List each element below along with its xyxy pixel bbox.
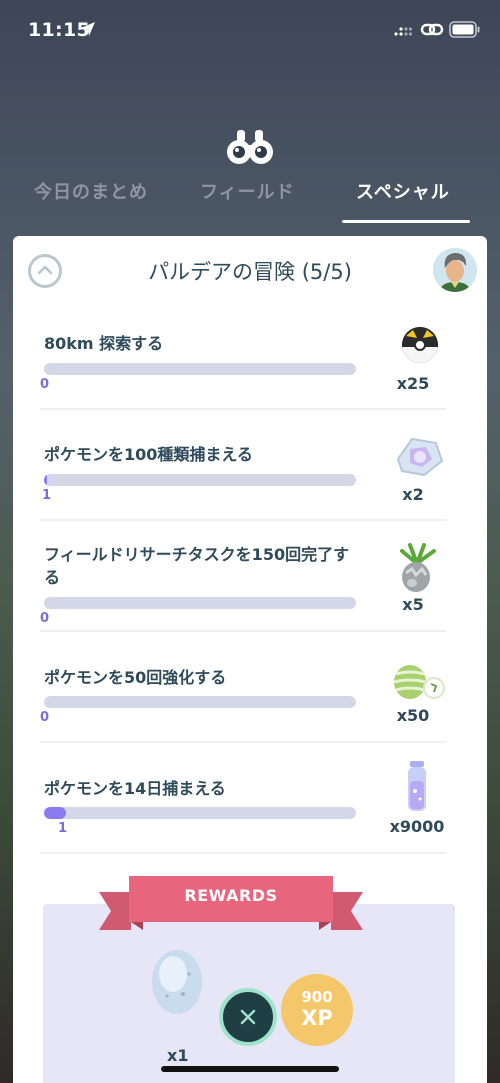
- research-tabs: 今日のまとめ フィールド スペシャル: [0, 178, 500, 228]
- task-divider: [40, 408, 446, 410]
- binoculars-icon: [227, 130, 273, 164]
- task-progress-bar: [44, 597, 356, 609]
- reward-quantity: x9000: [389, 817, 445, 836]
- task-progress-bar: [44, 474, 356, 486]
- professor-avatar: [433, 248, 477, 292]
- link-icon: [420, 23, 444, 36]
- reward-quantity: x2: [402, 485, 424, 504]
- task-progress-count: 1: [58, 821, 68, 836]
- research-title: パルデアの冒険 (5/5): [148, 260, 352, 284]
- task-row: フィールドリサーチタスクを150回完了する 0 x5: [40, 543, 446, 653]
- reward-quantity: x5: [402, 595, 424, 614]
- rewards-ribbon: [99, 876, 363, 930]
- home-indicator: [161, 1066, 339, 1072]
- xp-amount: 900: [301, 988, 333, 1006]
- stardust-icon: [408, 761, 426, 811]
- task-progress-bar: [44, 363, 356, 375]
- task-progress-bar: [44, 696, 356, 708]
- task-name: フィールドリサーチタスクを150回完了する: [44, 545, 350, 587]
- task-progress-count: 1: [42, 488, 52, 503]
- tab-today[interactable]: 今日のまとめ: [34, 178, 148, 214]
- reward-quantity: x50: [396, 706, 430, 725]
- task-divider: [40, 741, 446, 743]
- task-progress-count: 0: [40, 710, 50, 725]
- silver-pinap-berry-icon: [400, 543, 436, 592]
- task-name: ポケモンを100種類捕まえる: [44, 445, 253, 464]
- pokemon-candy-icon: [393, 665, 445, 699]
- task-row: ポケモンを100種類捕まえる 1 x2: [40, 437, 446, 553]
- task-progress-count: 0: [40, 611, 50, 626]
- egg-icon: [152, 950, 202, 1014]
- close-icon: [240, 1009, 256, 1025]
- task-divider: [40, 852, 446, 854]
- task-name: 80km 探索する: [44, 334, 164, 353]
- task-progress-count: 0: [40, 377, 50, 392]
- special-research-card: パルデアの冒険 (5/5) 80km 探索する 0 x25 ポケモンを100種類…: [13, 236, 487, 1083]
- location-arrow-icon: [81, 22, 95, 36]
- status-bar: 11:15: [0, 0, 500, 60]
- active-tab-indicator: [342, 220, 470, 223]
- task-row: ポケモンを14日捕まえる 1 x9000: [40, 761, 446, 887]
- task-name: ポケモンを50回強化する: [44, 668, 227, 687]
- egg-quantity: x1: [167, 1046, 189, 1065]
- task-progress-bar: [44, 807, 356, 819]
- xp-reward-badge: 900 XP: [281, 974, 353, 1046]
- task-progress-fill: [44, 807, 66, 819]
- tab-field[interactable]: フィールド: [200, 178, 295, 214]
- task-divider: [40, 519, 446, 521]
- reward-quantity: x25: [396, 374, 430, 393]
- xp-label: XP: [301, 1006, 333, 1030]
- task-divider: [40, 630, 446, 632]
- task-row: 80km 探索する 0 x25: [40, 327, 446, 442]
- task-name: ポケモンを14日捕まえる: [44, 779, 226, 798]
- close-button[interactable]: [219, 988, 277, 1046]
- tab-special[interactable]: スペシャル: [356, 178, 450, 214]
- ultra-ball-icon: [402, 327, 438, 363]
- signal-dots-icon: [394, 27, 412, 36]
- rewards-label: REWARDS: [184, 886, 278, 905]
- battery-icon: [449, 21, 480, 38]
- task-progress-fill: [44, 474, 48, 486]
- star-piece-icon: [396, 437, 444, 477]
